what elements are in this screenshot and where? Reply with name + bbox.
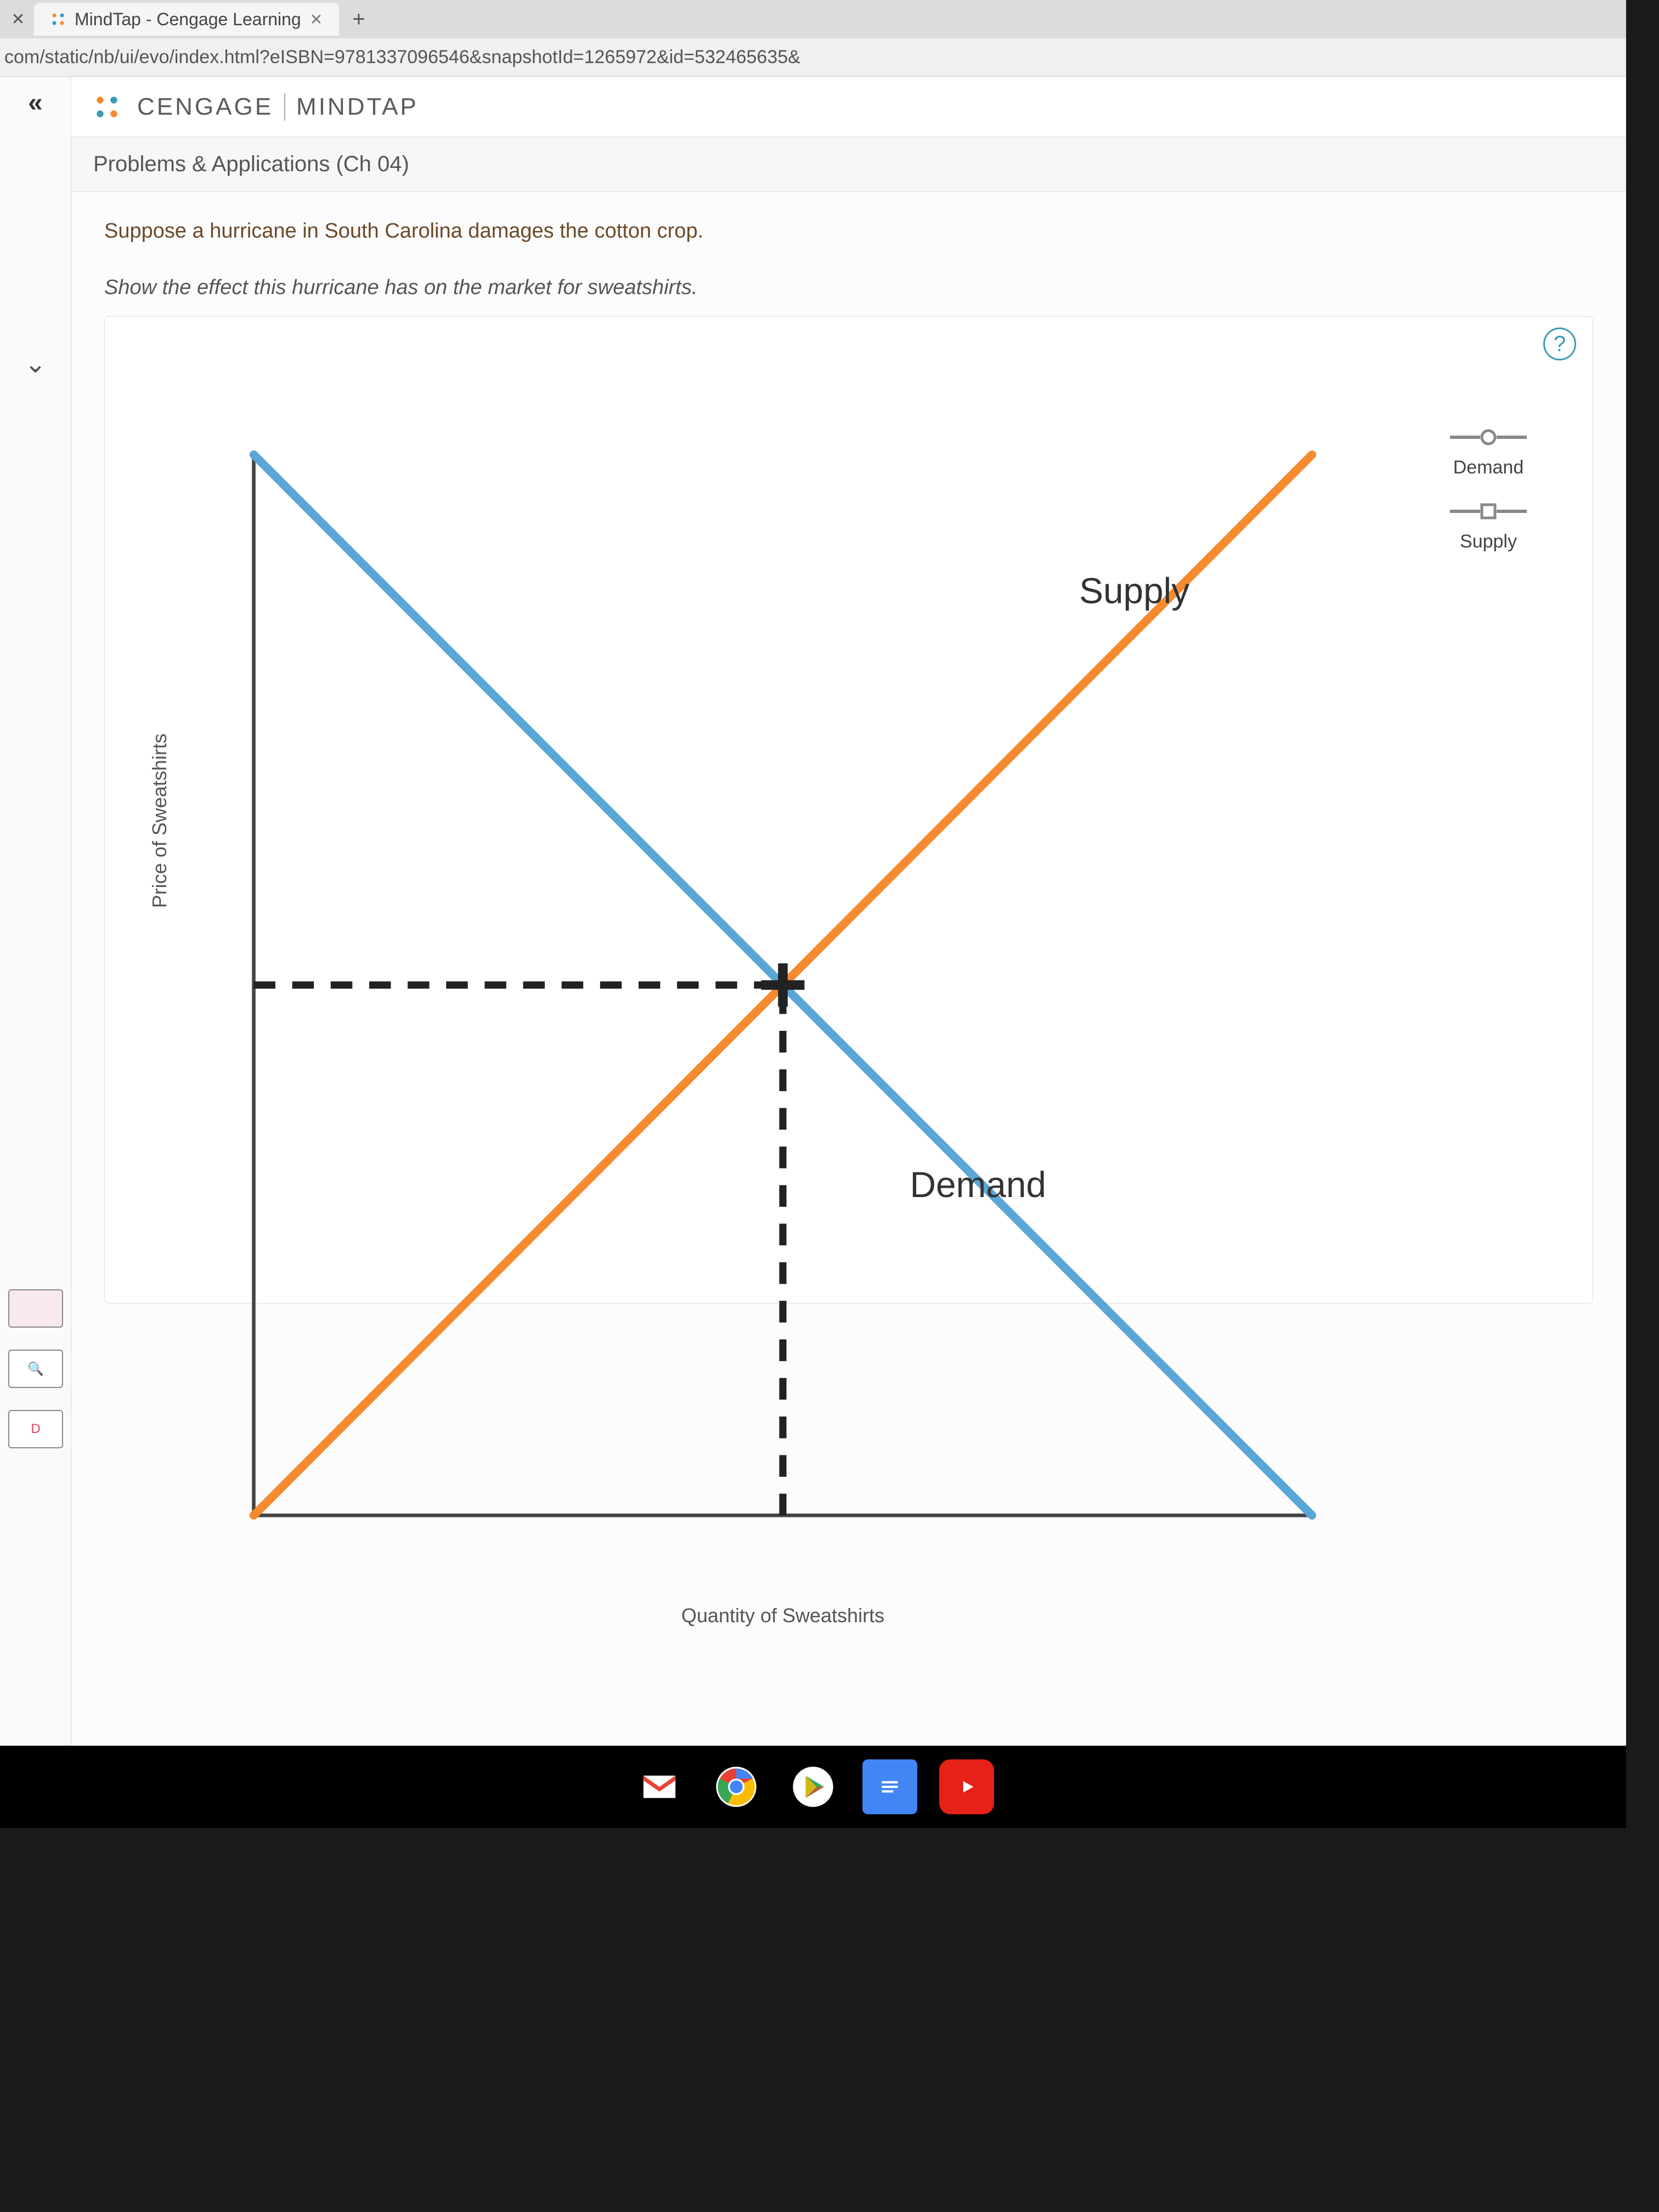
collapse-sidebar-icon[interactable]: « — [28, 88, 43, 118]
tab-title: MindTap - Cengage Learning — [75, 9, 301, 30]
cengage-favicon-icon — [50, 12, 66, 27]
graph-tool-palette: Demand Supply — [1384, 382, 1560, 1259]
docs-icon[interactable] — [862, 1759, 917, 1814]
demand-tool-label: Demand — [1453, 457, 1524, 478]
side-thumbnails: 🔍 D — [0, 1289, 71, 1448]
url-text: com/static/nb/ui/evo/index.html?eISBN=97… — [4, 47, 800, 68]
brand-bar: CENGAGE MINDTAP — [71, 77, 1626, 137]
browser-tab-strip: ✕ MindTap - Cengage Learning ✕ + — [0, 0, 1626, 38]
section-title: Problems & Applications (Ch 04) — [93, 152, 409, 177]
new-tab-button[interactable]: + — [341, 7, 376, 32]
taskbar — [0, 1746, 1626, 1828]
browser-tab-active[interactable]: MindTap - Cengage Learning ✕ — [34, 3, 339, 36]
y-axis-label: Price of Sweatshirts — [148, 733, 171, 908]
youtube-icon[interactable] — [939, 1759, 994, 1814]
play-store-icon[interactable] — [786, 1759, 840, 1814]
supply-demand-chart[interactable]: Supply Demand — [182, 382, 1384, 1588]
question-instruction: Show the effect this hurricane has on th… — [104, 276, 1593, 300]
brand-divider — [284, 93, 285, 121]
x-axis-label: Quantity of Sweatshirts — [182, 1588, 1384, 1627]
thumb-demand[interactable]: D — [8, 1410, 63, 1448]
supply-tool-icon — [1450, 503, 1527, 520]
svg-text:Demand: Demand — [910, 1164, 1046, 1205]
thumb-zoom[interactable]: 🔍 — [8, 1350, 63, 1388]
help-button[interactable]: ? — [1543, 328, 1576, 360]
demand-tool-icon — [1450, 429, 1527, 445]
thumb-equilibrium[interactable] — [8, 1289, 63, 1328]
svg-text:Supply: Supply — [1079, 570, 1189, 611]
chevron-down-icon[interactable]: ⌄ — [24, 348, 46, 379]
chrome-icon[interactable] — [709, 1759, 764, 1814]
supply-shift-tool[interactable]: Supply — [1417, 500, 1560, 552]
close-tab-icon[interactable]: ✕ — [310, 10, 323, 29]
brand-name: CENGAGE — [137, 93, 273, 121]
graph-card: ? Price of Sweatshirts SupplyDemand Quan… — [104, 316, 1593, 1304]
demand-shift-tool[interactable]: Demand — [1417, 426, 1560, 478]
gmail-icon[interactable] — [632, 1759, 687, 1814]
left-rail: « ⌄ — [0, 77, 71, 1746]
address-bar[interactable]: com/static/nb/ui/evo/index.html?eISBN=97… — [0, 38, 1626, 77]
brand-product: MINDTAP — [296, 93, 419, 121]
supply-tool-label: Supply — [1460, 531, 1517, 552]
help-icon: ? — [1554, 332, 1566, 357]
close-prev-tab-icon[interactable]: ✕ — [4, 10, 32, 29]
question-prompt: Suppose a hurricane in South Carolina da… — [104, 219, 1593, 243]
section-title-bar: Problems & Applications (Ch 04) — [71, 137, 1626, 192]
cengage-logo-icon — [93, 93, 121, 121]
question-area: Suppose a hurricane in South Carolina da… — [71, 192, 1626, 1746]
